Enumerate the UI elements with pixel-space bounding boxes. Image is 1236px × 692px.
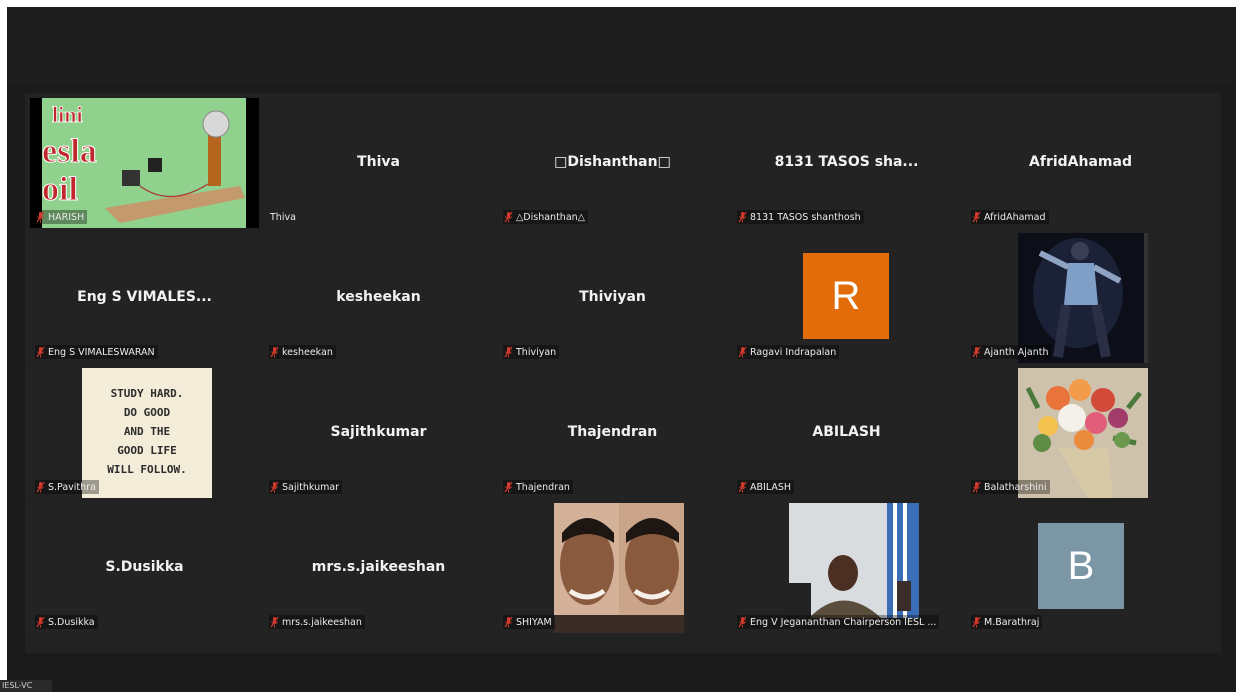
participant-display-name: AfridAhamad: [1029, 154, 1132, 171]
avatar: R: [803, 253, 889, 339]
mic-muted-icon: [504, 211, 513, 223]
mic-muted-icon: [36, 346, 45, 358]
mic-muted-icon: [738, 211, 747, 223]
participant-tile-thajendran[interactable]: Thajendran Thajendran: [498, 368, 727, 498]
participant-name-label: 8131 TASOS shanthosh: [737, 210, 864, 224]
participant-name-label: Ajanth Ajanth: [971, 345, 1052, 359]
participant-name-label: S.Dusikka: [35, 615, 98, 629]
participant-display-name: kesheekan: [336, 289, 421, 306]
participant-display-name: ABILASH: [812, 424, 881, 441]
participant-tile-afridahamad[interactable]: AfridAhamad AfridAhamad: [966, 98, 1195, 228]
participant-name-label: HARISH: [35, 210, 88, 224]
portrait-photo: [554, 503, 684, 633]
participant-tile-s-dusikka[interactable]: S.Dusikka S.Dusikka: [30, 503, 259, 633]
mic-muted-icon: [504, 616, 513, 628]
mic-muted-icon: [972, 211, 981, 223]
mic-muted-icon: [36, 211, 45, 223]
participant-tile-abilash[interactable]: ABILASH ABILASH: [732, 368, 961, 498]
participant-name-label: Eng V Jegananthan Chairperson IESL ...: [737, 615, 940, 629]
avatar: B: [1038, 523, 1124, 609]
participant-display-name: 8131 TASOS sha...: [774, 154, 919, 171]
participant-tile-balatharshini[interactable]: Balatharshini: [966, 368, 1195, 498]
participant-tile-m-barathraj[interactable]: B M.Barathraj: [966, 503, 1195, 633]
participant-name-label: mrs.s.jaikeeshan: [269, 615, 365, 629]
participant-tile-dishanthan[interactable]: □Dishanthan□ △Dishanthan△: [498, 98, 727, 228]
participant-name-label: Eng S VIMALESWARAN: [35, 345, 158, 359]
flower-bouquet: [1018, 368, 1148, 498]
svg-text:lini: lini: [52, 102, 83, 127]
participant-tile-mrs-s-jaikeeshan[interactable]: mrs.s.jaikeeshan mrs.s.jaikeeshan: [264, 503, 493, 633]
participant-display-name: Eng S VIMALES...: [77, 289, 212, 306]
gallery-view: lini esla oil HARISH Thiva Thiva □Dishan…: [25, 93, 1221, 653]
participant-tile-tasos-shanthosh[interactable]: 8131 TASOS sha... 8131 TASOS shanthosh: [732, 98, 961, 228]
mic-muted-icon: [270, 481, 279, 493]
participant-name-label: Thajendran: [503, 480, 573, 494]
participant-display-name: Thajendran: [567, 424, 658, 441]
participant-tile-ajanth-ajanth[interactable]: Ajanth Ajanth: [966, 233, 1195, 363]
participant-display-name: Thiviyan: [579, 289, 646, 306]
webcam-video: [789, 503, 919, 618]
meeting-window: lini esla oil HARISH Thiva Thiva □Dishan…: [7, 7, 1236, 692]
participant-name-label: Thiviyan: [503, 345, 560, 359]
participant-name-label: SHIYAM: [503, 615, 555, 629]
video-feed: [789, 503, 919, 618]
participant-display-name: Thiva: [357, 154, 400, 171]
mic-muted-icon: [738, 481, 747, 493]
participant-name-label: Sajithkumar: [269, 480, 343, 494]
participant-tile-thiva[interactable]: Thiva Thiva: [264, 98, 493, 228]
participant-tile-ragavi-indrapalan[interactable]: R Ragavi Indrapalan: [732, 233, 961, 363]
svg-text:esla: esla: [42, 133, 97, 170]
participant-name-label: M.Barathraj: [971, 615, 1043, 629]
profile-picture: [1018, 368, 1148, 498]
dancer-photo: [1018, 233, 1148, 363]
participant-tile-eng-v-jegananthan[interactable]: Eng V Jegananthan Chairperson IESL ...: [732, 503, 961, 633]
mic-muted-icon: [972, 616, 981, 628]
mic-muted-icon: [738, 346, 747, 358]
participant-tile-kesheekan[interactable]: kesheekan kesheekan: [264, 233, 493, 363]
participant-display-name: mrs.s.jaikeeshan: [311, 559, 446, 576]
svg-text:oil: oil: [42, 171, 78, 208]
participant-tile-thiviyan[interactable]: Thiviyan Thiviyan: [498, 233, 727, 363]
participant-name-label: Balatharshini: [971, 480, 1050, 494]
participant-display-name: □Dishanthan□: [554, 154, 671, 171]
participant-tile-shiyam[interactable]: SHIYAM: [498, 503, 727, 633]
mic-muted-icon: [738, 616, 747, 628]
meeting-top-bar: [7, 7, 1236, 83]
mic-muted-icon: [972, 346, 981, 358]
participant-tile-sajithkumar[interactable]: Sajithkumar Sajithkumar: [264, 368, 493, 498]
profile-picture: STUDY HARD. DO GOOD AND THE GOOD LIFE WI…: [82, 368, 212, 498]
quote-poster: STUDY HARD. DO GOOD AND THE GOOD LIFE WI…: [107, 387, 187, 476]
participant-name-label: △Dishanthan△: [503, 210, 588, 224]
mic-muted-icon: [36, 481, 45, 493]
meeting-footer-label: IESL-VC: [0, 680, 52, 692]
mic-muted-icon: [972, 481, 981, 493]
profile-picture: [554, 503, 684, 633]
participant-name-label: Thiva: [270, 211, 296, 223]
profile-picture: [1018, 233, 1148, 363]
mic-muted-icon: [504, 481, 513, 493]
participant-name-label: kesheekan: [269, 345, 336, 359]
video-feed: lini esla oil: [30, 98, 259, 228]
mic-muted-icon: [270, 616, 279, 628]
participant-tile-s-pavithra[interactable]: STUDY HARD. DO GOOD AND THE GOOD LIFE WI…: [30, 368, 259, 498]
participant-name-label: Ragavi Indrapalan: [737, 345, 840, 359]
mic-muted-icon: [36, 616, 45, 628]
participant-name-label: S.Pavithra: [35, 480, 99, 494]
participant-name-label: ABILASH: [737, 480, 795, 494]
participant-tile-eng-s-vimaleswaran[interactable]: Eng S VIMALES... Eng S VIMALESWARAN: [30, 233, 259, 363]
mic-muted-icon: [504, 346, 513, 358]
tesla-coil-thumbnail: lini esla oil: [30, 98, 259, 228]
participant-display-name: Sajithkumar: [330, 424, 427, 441]
participant-tile-harish[interactable]: lini esla oil HARISH: [30, 98, 259, 228]
mic-muted-icon: [270, 346, 279, 358]
participant-name-label: AfridAhamad: [971, 210, 1049, 224]
participant-display-name: S.Dusikka: [105, 559, 184, 576]
